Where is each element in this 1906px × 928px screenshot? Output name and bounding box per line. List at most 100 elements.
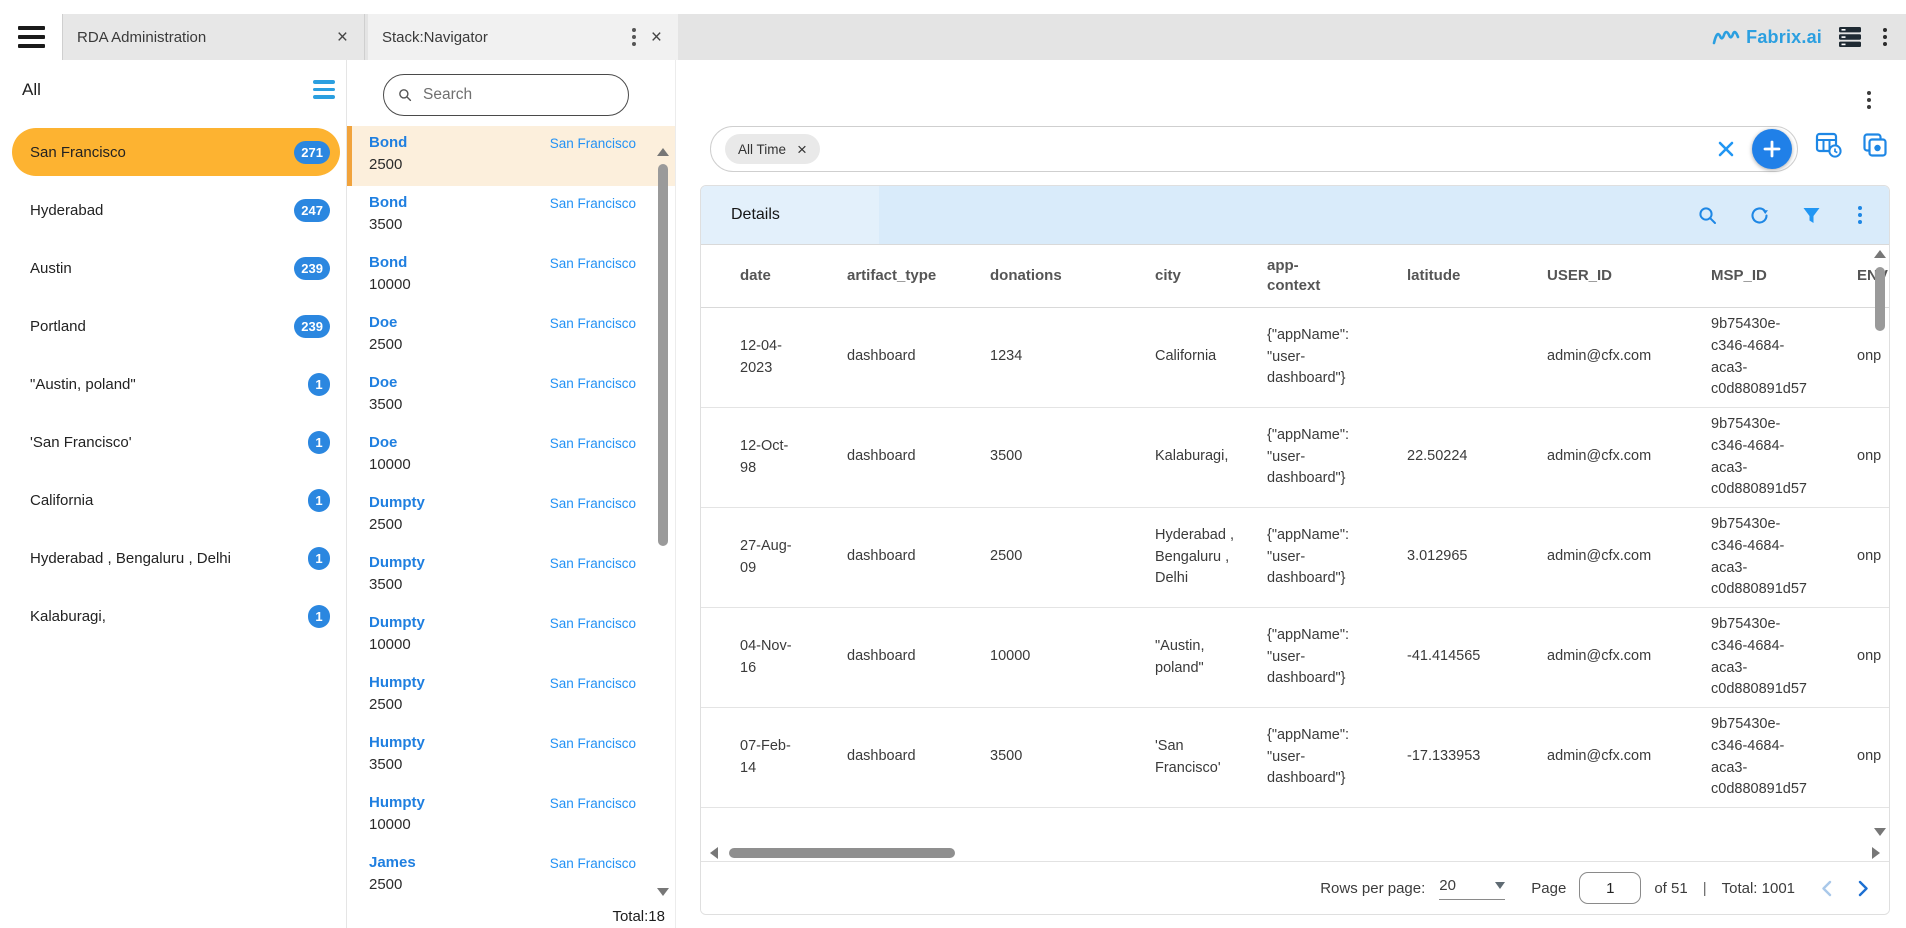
- table-vertical-scrollbar[interactable]: [1874, 250, 1887, 836]
- previous-page-button[interactable]: [1821, 880, 1832, 897]
- scrollbar-thumb[interactable]: [729, 848, 955, 858]
- cell-artifact-type: dashboard: [847, 446, 990, 468]
- list-item[interactable]: Dumpty 2500 San Francisco: [347, 486, 675, 546]
- clear-x-icon[interactable]: [1716, 139, 1736, 159]
- refresh-icon[interactable]: [1749, 205, 1770, 226]
- list-item[interactable]: Dumpty 3500 San Francisco: [347, 546, 675, 606]
- close-icon[interactable]: ×: [335, 28, 350, 47]
- table-row[interactable]: 27-Aug-09 dashboard 2500 Hyderabad , Ben…: [701, 508, 1889, 608]
- scroll-up-icon[interactable]: [1874, 250, 1886, 258]
- cell-msp-id: 9b75430e-c346-4684-aca3-c0d880891d57: [1711, 714, 1857, 801]
- list-item-city-link[interactable]: San Francisco: [550, 856, 636, 871]
- list-scrollbar[interactable]: [657, 148, 670, 896]
- table-row[interactable]: 07-Feb-: [701, 808, 1889, 848]
- filter-chip-all-time[interactable]: All Time ×: [725, 134, 820, 164]
- list-item[interactable]: Doe 3500 San Francisco: [347, 366, 675, 426]
- kebab-menu-icon[interactable]: [1878, 25, 1892, 49]
- count-badge: 247: [294, 199, 330, 222]
- blue-menu-lines-icon[interactable]: [313, 80, 335, 99]
- column-header[interactable]: city: [1155, 266, 1267, 286]
- table-row[interactable]: 07-Feb-14 dashboard 3500 'San Francisco'…: [701, 708, 1889, 808]
- list-item-city-link[interactable]: San Francisco: [550, 556, 636, 571]
- copy-icon[interactable]: [1862, 132, 1888, 158]
- table-row[interactable]: 12-04-2023 dashboard 1234 California {"a…: [701, 308, 1889, 408]
- column-header[interactable]: MSP_ID: [1711, 266, 1857, 286]
- table-row[interactable]: 04-Nov-16 dashboard 10000 "Austin, polan…: [701, 608, 1889, 708]
- list-item-city-link[interactable]: San Francisco: [550, 616, 636, 631]
- list-item-city-link[interactable]: San Francisco: [550, 376, 636, 391]
- sidebar-item[interactable]: "Austin, poland" 1: [12, 360, 340, 408]
- list-item[interactable]: Bond 2500 San Francisco: [347, 126, 675, 186]
- list-total: Total:18: [612, 908, 665, 925]
- sidebar-item[interactable]: San Francisco 271: [12, 128, 340, 176]
- search-input[interactable]: [421, 85, 614, 105]
- list-item-value: 3500: [369, 216, 639, 233]
- list-item-city-link[interactable]: San Francisco: [550, 736, 636, 751]
- tab-rda-administration[interactable]: RDA Administration ×: [62, 14, 365, 60]
- column-header[interactable]: app-context: [1267, 256, 1407, 297]
- close-icon[interactable]: ×: [649, 28, 664, 47]
- kebab-menu-icon[interactable]: [1862, 88, 1876, 112]
- list-item[interactable]: Doe 10000 San Francisco: [347, 426, 675, 486]
- list-item-city-link[interactable]: San Francisco: [550, 316, 636, 331]
- table-row[interactable]: 12-Oct-98 dashboard 3500 Kalaburagi, {"a…: [701, 408, 1889, 508]
- menu-icon[interactable]: [18, 26, 45, 48]
- scrollbar-thumb[interactable]: [658, 164, 668, 546]
- list-item-city-link[interactable]: San Francisco: [550, 496, 636, 511]
- list-item[interactable]: Bond 10000 San Francisco: [347, 246, 675, 306]
- rows-per-page-select[interactable]: 20: [1439, 877, 1505, 900]
- table-schedule-icon[interactable]: [1815, 132, 1842, 158]
- list-item-city-link[interactable]: San Francisco: [550, 196, 636, 211]
- sidebar-item[interactable]: Kalaburagi, 1: [12, 592, 340, 640]
- list-item-city-link[interactable]: San Francisco: [550, 436, 636, 451]
- sidebar-item[interactable]: Austin 239: [12, 244, 340, 292]
- page-count-label: of 51: [1654, 880, 1687, 897]
- kebab-menu-icon[interactable]: [627, 25, 641, 49]
- filter-funnel-icon[interactable]: [1802, 206, 1821, 225]
- column-header[interactable]: latitude: [1407, 266, 1547, 286]
- column-header[interactable]: USER_ID: [1547, 266, 1711, 286]
- next-page-button[interactable]: [1858, 880, 1869, 897]
- tab-stack-navigator[interactable]: Stack:Navigator ×: [368, 14, 678, 60]
- scroll-down-icon[interactable]: [657, 888, 669, 896]
- cell-app-context: {"appName": "user-dashboard"}: [1267, 325, 1407, 390]
- search-box[interactable]: [383, 74, 629, 116]
- server-stack-icon[interactable]: [1838, 26, 1862, 48]
- cell-donations: 2500: [990, 546, 1155, 568]
- list-item-city-link[interactable]: San Francisco: [550, 676, 636, 691]
- scroll-right-icon[interactable]: [1872, 847, 1880, 859]
- sidebar-item[interactable]: Portland 239: [12, 302, 340, 350]
- details-tab[interactable]: Details: [701, 186, 879, 244]
- list-item-city-link[interactable]: San Francisco: [550, 796, 636, 811]
- column-header[interactable]: donations: [990, 266, 1155, 286]
- list-item-city-link[interactable]: San Francisco: [550, 256, 636, 271]
- sidebar-item[interactable]: Hyderabad , Bengaluru , Delhi 1: [12, 534, 340, 582]
- kebab-menu-icon[interactable]: [1853, 203, 1867, 227]
- list-item-city-link[interactable]: San Francisco: [550, 136, 636, 151]
- list-item[interactable]: Dumpty 10000 San Francisco: [347, 606, 675, 666]
- tab-label: RDA Administration: [77, 29, 335, 46]
- scroll-down-icon[interactable]: [1874, 828, 1886, 836]
- list-item[interactable]: Humpty 3500 San Francisco: [347, 726, 675, 786]
- list-item[interactable]: Doe 2500 San Francisco: [347, 306, 675, 366]
- scroll-left-icon[interactable]: [710, 847, 718, 859]
- sidebar-item[interactable]: Hyderabad 247: [12, 186, 340, 234]
- page-number-input[interactable]: [1579, 872, 1641, 904]
- close-icon[interactable]: ×: [797, 141, 807, 158]
- column-header[interactable]: artifact_type: [847, 266, 990, 286]
- list-item[interactable]: James 2500 San Francisco: [347, 846, 675, 902]
- cell-latitude: [1407, 347, 1547, 369]
- list-item[interactable]: Humpty 2500 San Francisco: [347, 666, 675, 726]
- sidebar-item[interactable]: California 1: [12, 476, 340, 524]
- scrollbar-thumb[interactable]: [1875, 267, 1885, 331]
- list-item[interactable]: Bond 3500 San Francisco: [347, 186, 675, 246]
- search-icon[interactable]: [1698, 206, 1717, 225]
- column-header[interactable]: date: [701, 266, 847, 286]
- table-horizontal-scrollbar[interactable]: [701, 845, 1889, 862]
- list-item[interactable]: Humpty 10000 San Francisco: [347, 786, 675, 846]
- filter-bar[interactable]: All Time ×: [710, 126, 1798, 172]
- add-filter-button[interactable]: [1752, 129, 1792, 169]
- scroll-up-icon[interactable]: [657, 148, 669, 156]
- list-item-value: 10000: [369, 816, 639, 833]
- sidebar-item[interactable]: 'San Francisco' 1: [12, 418, 340, 466]
